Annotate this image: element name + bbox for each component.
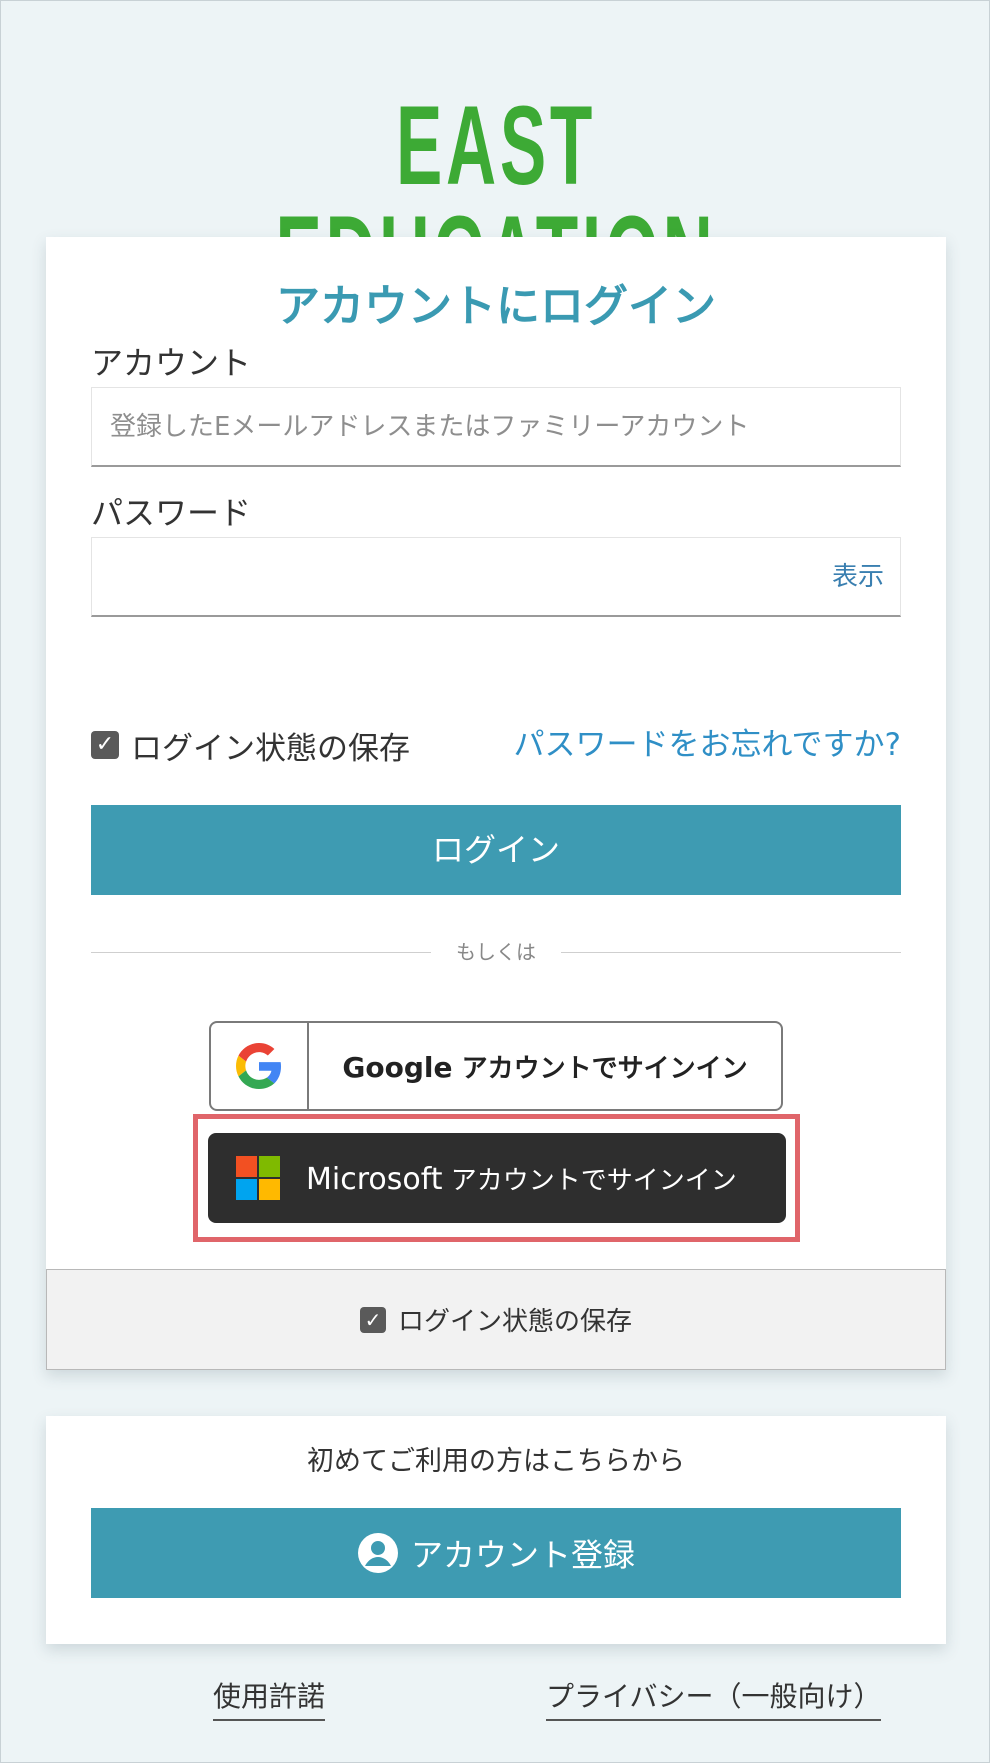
register-button[interactable]: アカウント登録 — [91, 1508, 901, 1598]
google-logo-icon — [211, 1023, 309, 1109]
login-card: アカウントにログイン アカウント パスワード 表示 ✓ ログイン状態の保存 パス… — [46, 237, 946, 1370]
microsoft-signin-button[interactable]: Microsoft アカウントでサインイン — [208, 1133, 786, 1223]
google-signin-label: Google アカウントでサインイン — [309, 1048, 781, 1085]
google-signin-text: アカウントでサインイン — [461, 1053, 748, 1084]
east-education-logo: EAST EDUCATION — [275, 83, 712, 312]
login-page: EAST EDUCATION アカウントにログイン アカウント パスワード 表示… — [0, 0, 990, 1763]
remember-me[interactable]: ✓ ログイン状態の保存 — [91, 720, 410, 770]
microsoft-signin-text: アカウントでサインイン — [450, 1165, 737, 1196]
page-title: アカウントにログイン — [276, 281, 716, 332]
checkbox-checked-icon[interactable]: ✓ — [91, 731, 119, 759]
account-label: アカウント — [91, 344, 252, 382]
terms-link[interactable]: 使用許諾 — [213, 1679, 326, 1721]
or-divider: もしくは — [91, 937, 901, 967]
register-button-label: アカウント登録 — [410, 1537, 635, 1573]
or-divider-text: もしくは — [456, 940, 536, 964]
google-brand-text: Google — [342, 1050, 453, 1084]
privacy-link[interactable]: プライバシー（一般向け） — [546, 1679, 882, 1721]
user-circle-icon — [357, 1533, 398, 1573]
microsoft-logo-icon — [236, 1156, 280, 1200]
microsoft-brand-text: Microsoft — [306, 1161, 443, 1197]
remember-me-label: ログイン状態の保存 — [131, 730, 410, 767]
show-password-link[interactable]: 表示 — [832, 538, 884, 616]
password-field[interactable]: 表示 — [91, 537, 901, 617]
login-button[interactable]: ログイン — [91, 805, 901, 895]
google-signin-button[interactable]: Google アカウントでサインイン — [209, 1021, 783, 1111]
register-intro: 初めてご利用の方はこちらから — [307, 1446, 685, 1477]
microsoft-signin-label: Microsoft アカウントでサインイン — [306, 1160, 737, 1197]
remember-me-footer[interactable]: ✓ ログイン状態の保存 — [46, 1269, 946, 1370]
register-card: 初めてご利用の方はこちらから アカウント登録 — [46, 1416, 946, 1644]
checkbox-checked-icon[interactable]: ✓ — [359, 1306, 386, 1333]
forgot-password-link[interactable]: パスワードをお忘れですか? — [513, 720, 901, 770]
password-label: パスワード — [91, 494, 252, 532]
account-input[interactable] — [91, 387, 901, 467]
remember-me-footer-label: ログイン状態の保存 — [397, 1307, 632, 1337]
